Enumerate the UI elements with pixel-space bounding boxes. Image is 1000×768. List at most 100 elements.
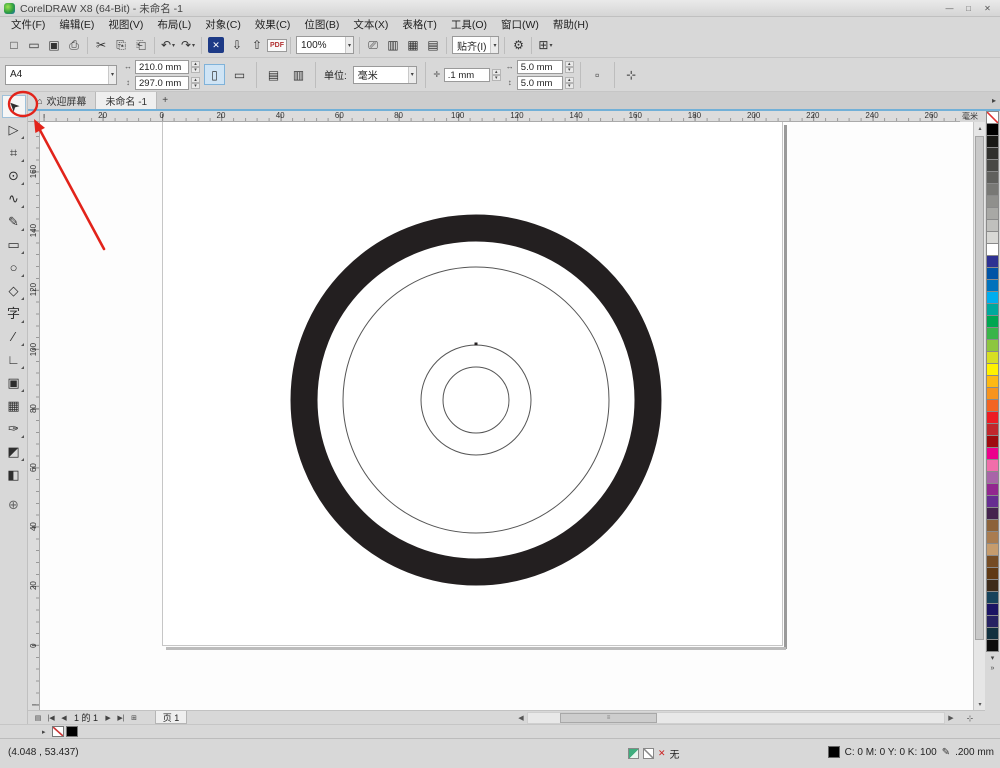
last-page-button[interactable]: ▶| — [115, 712, 127, 724]
chevron-down-icon[interactable]: ▾ — [172, 42, 175, 49]
open-button[interactable]: ▭ — [24, 35, 44, 55]
menu-item[interactable]: 窗口(W) — [494, 17, 546, 33]
color-eyedropper-tool[interactable]: ✑ — [2, 417, 26, 440]
horizontal-ruler[interactable]: 20 0 20 40 60 80 100 120 140 160 180 200 220 240 260 — [40, 111, 960, 122]
duplicate-x-spinner[interactable]: ▴ ▾ — [564, 60, 574, 73]
color-swatch[interactable] — [986, 639, 999, 652]
ruler-origin-button[interactable] — [28, 111, 40, 122]
publish-pdf-button[interactable]: PDF — [267, 35, 287, 55]
horizontal-scrollbar-thumb[interactable]: ≡ — [560, 713, 657, 723]
nudge-distance-field[interactable]: .1 mm — [443, 67, 490, 82]
maximize-button[interactable]: □ — [960, 2, 977, 15]
chevron-down-icon[interactable]: ▾ — [192, 42, 195, 49]
scroll-right-button[interactable]: ▶ — [945, 712, 957, 724]
treat-as-filled-button[interactable]: ▫ — [587, 64, 608, 85]
duplicate-x-field[interactable]: 5.0 mm — [516, 59, 563, 74]
connector-tool[interactable]: ∟ — [2, 348, 26, 371]
artistic-media-tool[interactable]: ✎ — [2, 210, 26, 233]
show-grid-button[interactable]: ▦ — [403, 35, 423, 55]
drawing-canvas[interactable] — [40, 122, 973, 710]
save-button[interactable]: ▣ — [44, 35, 64, 55]
interactive-fill-tool[interactable]: ◩ — [2, 440, 26, 463]
page-width-spinner[interactable]: ▴ ▾ — [191, 60, 200, 73]
spin-down-icon[interactable]: ▾ — [191, 82, 200, 89]
page-size-combobox[interactable]: A4 ▾ — [5, 64, 117, 85]
fullscreen-preview-button[interactable]: ⎚ — [363, 35, 383, 55]
page-width-field[interactable]: 210.0 mm — [135, 59, 189, 74]
spin-down-icon[interactable]: ▾ — [191, 66, 200, 73]
palette-expand-button[interactable]: » — [986, 663, 999, 674]
menu-item[interactable]: 对象(C) — [198, 17, 248, 33]
minimize-button[interactable]: — — [941, 2, 958, 15]
zoom-level-combobox[interactable]: 100% ▾ — [296, 36, 354, 54]
menu-item[interactable]: 工具(O) — [444, 17, 494, 33]
smart-fill-tool[interactable]: ◧ — [2, 463, 26, 486]
first-page-button[interactable]: |◀ — [45, 712, 57, 724]
tab-document-untitled[interactable]: 未命名 -1 — [96, 92, 158, 109]
paste-button[interactable]: ⎗ — [131, 35, 151, 55]
document-palette-black-swatch[interactable] — [65, 726, 78, 737]
pick-tool[interactable]: ➤ — [1, 95, 26, 118]
menu-item[interactable]: 效果(C) — [248, 17, 298, 33]
spin-down-icon[interactable]: ▾ — [491, 74, 501, 81]
search-content-button[interactable]: ✕ — [208, 37, 224, 53]
scroll-left-button[interactable]: ◀ — [515, 712, 527, 724]
undo-button[interactable]: ↶ ▾ — [158, 35, 178, 55]
spin-down-icon[interactable]: ▾ — [564, 82, 574, 89]
parallel-dimension-tool[interactable]: ∕ — [2, 325, 26, 348]
redo-button[interactable]: ↷ ▾ — [178, 35, 198, 55]
cut-button[interactable]: ✂ — [91, 35, 111, 55]
menu-item[interactable]: 表格(T) — [395, 17, 443, 33]
customize-icon[interactable]: ⊕ — [2, 493, 26, 516]
polygon-tool[interactable]: ◇ — [2, 279, 26, 302]
text-tool[interactable]: 字 — [2, 302, 26, 325]
options-button[interactable]: ⚙ — [508, 35, 528, 55]
chevron-down-icon[interactable]: ▾ — [490, 37, 499, 53]
duplicate-y-field[interactable]: 5.0 mm — [516, 75, 563, 90]
menu-item[interactable]: 布局(L) — [150, 17, 198, 33]
page-height-field[interactable]: 297.0 mm — [135, 75, 189, 90]
new-document-tab-button[interactable]: + — [157, 92, 173, 109]
portrait-button[interactable]: ▯ — [204, 64, 225, 85]
snap-to-dropdown[interactable]: 贴齐(I) ▾ — [452, 36, 500, 54]
current-page-button[interactable]: ▥ — [288, 64, 309, 85]
chevron-down-icon[interactable]: ▾ — [344, 37, 353, 53]
previous-page-button[interactable]: ◀ — [58, 712, 70, 724]
new-document-button[interactable]: □ — [4, 35, 24, 55]
rectangle-tool[interactable]: ▭ — [2, 233, 26, 256]
snapping-options-button[interactable]: ⊹ — [621, 64, 642, 85]
shape-tool[interactable]: ▷ — [2, 118, 26, 141]
page-tab[interactable]: 页 1 — [155, 711, 187, 724]
menu-item[interactable]: 编辑(E) — [52, 17, 101, 33]
all-pages-button[interactable]: ▤ — [263, 64, 284, 85]
landscape-button[interactable]: ▭ — [229, 64, 250, 85]
zoom-tool[interactable]: ⊙ — [2, 164, 26, 187]
palette-scroll-down-button[interactable]: ▾ — [986, 652, 999, 663]
page-height-spinner[interactable]: ▴ ▾ — [191, 76, 200, 89]
add-page-button[interactable]: ⊞ — [128, 712, 140, 724]
menu-item[interactable]: 视图(V) — [101, 17, 150, 33]
drop-shadow-tool[interactable]: ▣ — [2, 371, 26, 394]
chevron-down-icon[interactable]: ▾ — [549, 42, 552, 49]
fill-color-indicator[interactable] — [827, 746, 840, 758]
page-sorter-button[interactable]: ▤ — [32, 712, 44, 724]
transparency-tool[interactable]: ▦ — [2, 394, 26, 417]
menu-item[interactable]: 文本(X) — [346, 17, 395, 33]
show-guidelines-button[interactable]: ▤ — [423, 35, 443, 55]
import-button[interactable]: ⇩ — [227, 35, 247, 55]
application-launcher-button[interactable]: ⊞ ▾ — [535, 35, 555, 55]
copy-button[interactable]: ⎘ — [111, 35, 131, 55]
ellipse-tool[interactable]: ○ — [2, 256, 26, 279]
tab-scroll-right-button[interactable]: ▸ — [988, 92, 1000, 109]
vertical-scrollbar-thumb[interactable] — [975, 136, 984, 640]
duplicate-y-spinner[interactable]: ▴ ▾ — [564, 76, 574, 89]
next-page-button[interactable]: ▶ — [102, 712, 114, 724]
chevron-down-icon[interactable]: ▾ — [107, 65, 116, 84]
show-rulers-button[interactable]: ▥ — [383, 35, 403, 55]
chevron-down-icon[interactable]: ▾ — [407, 66, 416, 83]
export-button[interactable]: ⇧ — [247, 35, 267, 55]
vertical-scrollbar[interactable]: ▴ ▾ — [973, 122, 985, 710]
print-button[interactable]: ⎙ — [64, 35, 84, 55]
horizontal-scrollbar[interactable]: ≡ — [527, 712, 945, 724]
crop-tool[interactable]: ⌗ — [2, 141, 26, 164]
